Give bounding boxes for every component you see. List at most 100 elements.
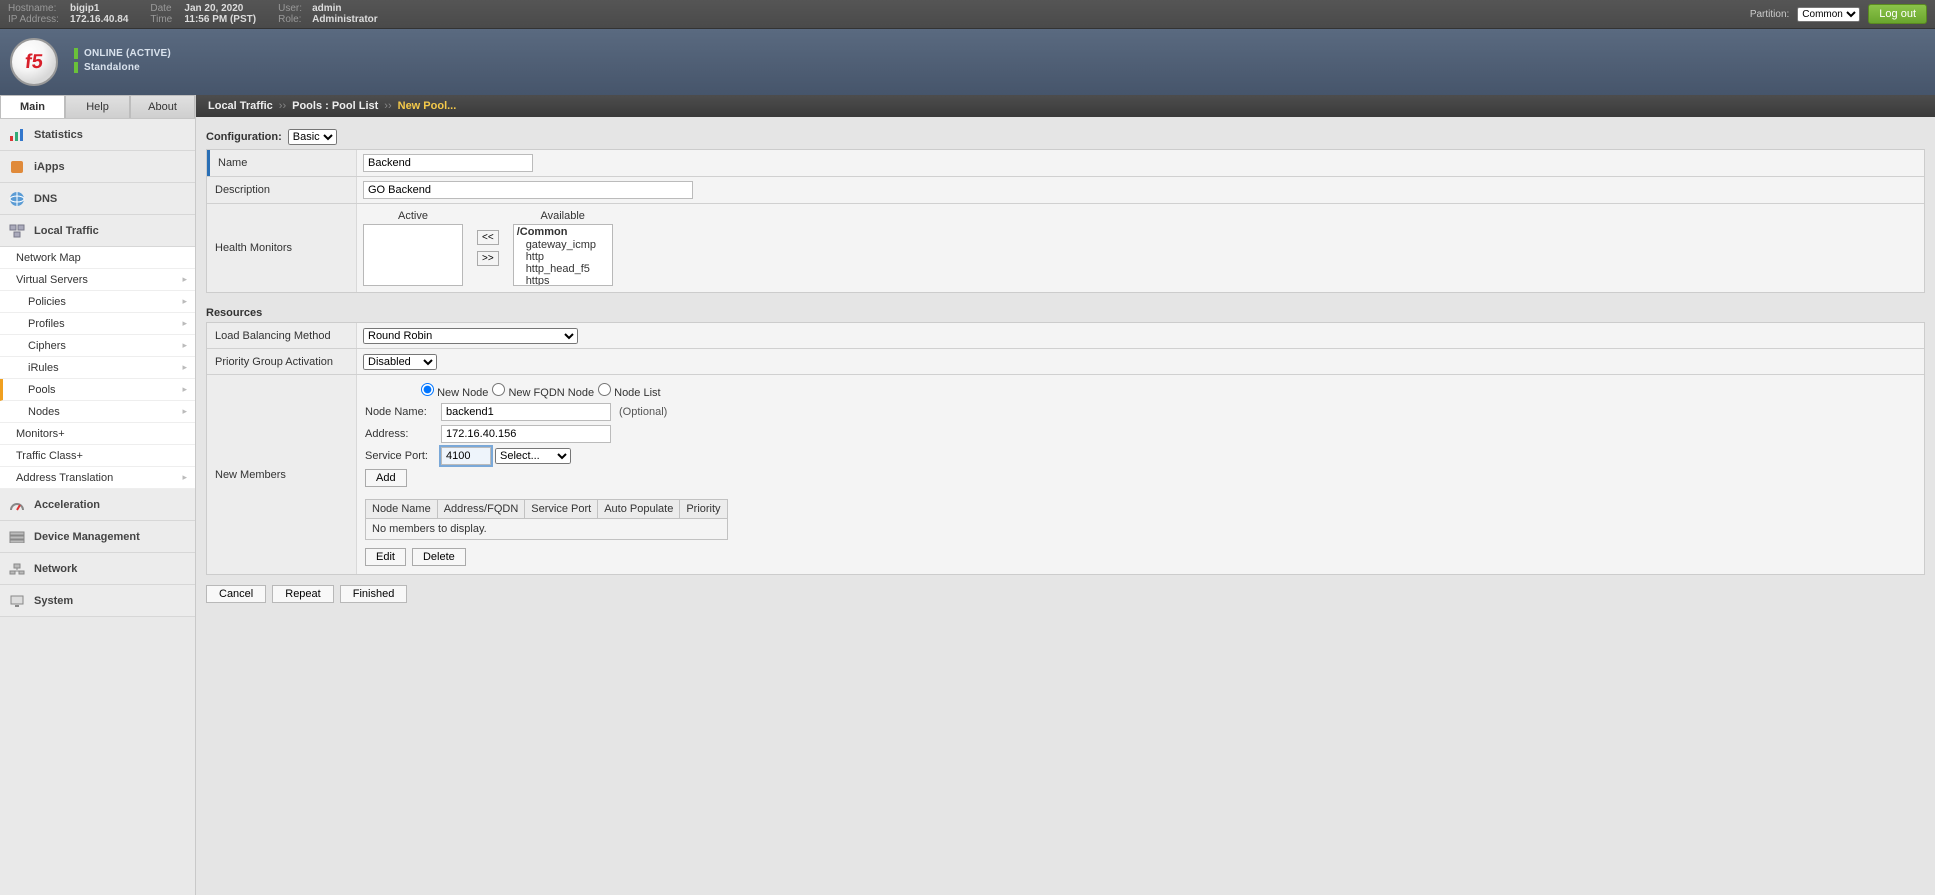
sidebar-item-label: DNS: [34, 193, 57, 205]
breadcrumb-sep-icon: ››: [384, 100, 391, 112]
partition-select[interactable]: Common: [1797, 7, 1860, 22]
breadcrumb: Local Traffic ›› Pools : Pool List ›› Ne…: [196, 95, 1935, 117]
ip-label: IP Address:: [8, 14, 70, 25]
lt-irules[interactable]: iRules▸: [0, 357, 195, 379]
tab-help[interactable]: Help: [65, 95, 130, 118]
available-monitors-list[interactable]: /Common gateway_icmp http http_head_f5 h…: [513, 224, 613, 286]
monitor-option[interactable]: https: [514, 275, 612, 286]
col-address[interactable]: Address/FQDN: [437, 500, 525, 519]
breadcrumb-b[interactable]: Pools : Pool List: [292, 100, 378, 112]
hostname-value: bigip1: [70, 3, 99, 14]
partition-label: Partition:: [1750, 9, 1789, 20]
lt-policies[interactable]: Policies▸: [0, 291, 195, 313]
name-input[interactable]: [363, 154, 533, 172]
status-standalone: Standalone: [84, 62, 140, 73]
time-label: Time: [150, 14, 184, 25]
radio-new-node[interactable]: New Node: [421, 383, 488, 399]
plus-icon[interactable]: +: [58, 428, 64, 440]
sub-label: Nodes: [28, 406, 60, 418]
optional-note: (Optional): [619, 406, 667, 418]
sub-label: Virtual Servers: [16, 274, 88, 286]
sidebar-item-acceleration[interactable]: Acceleration: [0, 489, 195, 521]
lt-profiles[interactable]: Profiles▸: [0, 313, 195, 335]
radio-new-node-input[interactable]: [421, 383, 434, 396]
breadcrumb-sep-icon: ››: [279, 100, 286, 112]
breadcrumb-a[interactable]: Local Traffic: [208, 100, 273, 112]
add-button[interactable]: Add: [365, 469, 407, 487]
plus-icon[interactable]: +: [77, 450, 83, 462]
logout-button[interactable]: Log out: [1868, 4, 1927, 24]
date-label: Date: [150, 3, 184, 14]
delete-button[interactable]: Delete: [412, 548, 466, 566]
col-priority[interactable]: Priority: [680, 500, 727, 519]
active-monitors-list[interactable]: [363, 224, 463, 286]
radio-fqdn-node[interactable]: New FQDN Node: [492, 383, 594, 399]
sub-label: Profiles: [28, 318, 65, 330]
lt-network-map[interactable]: Network Map: [0, 247, 195, 269]
sidebar-item-iapps[interactable]: iApps: [0, 151, 195, 183]
sidebar-item-network[interactable]: Network: [0, 553, 195, 585]
move-left-button[interactable]: <<: [477, 230, 499, 245]
repeat-button[interactable]: Repeat: [272, 585, 333, 603]
cancel-button[interactable]: Cancel: [206, 585, 266, 603]
ip-value: 172.16.40.84: [70, 14, 128, 25]
lt-ciphers[interactable]: Ciphers▸: [0, 335, 195, 357]
servers-icon: [8, 222, 26, 240]
puzzle-icon: [8, 158, 26, 176]
sidebar-item-system[interactable]: System: [0, 585, 195, 617]
radio-nodelist-input[interactable]: [598, 383, 611, 396]
sidebar-item-device-management[interactable]: Device Management: [0, 521, 195, 553]
col-auto-populate[interactable]: Auto Populate: [598, 500, 680, 519]
service-port-input[interactable]: [441, 447, 491, 465]
finished-button[interactable]: Finished: [340, 585, 408, 603]
globe-icon: [8, 190, 26, 208]
sidebar-item-statistics[interactable]: Statistics: [0, 119, 195, 151]
service-port-select[interactable]: Select...: [495, 448, 571, 464]
description-input[interactable]: [363, 181, 693, 199]
top-status-bar: Hostname:bigip1 IP Address:172.16.40.84 …: [0, 0, 1935, 29]
radio-fqdn-input[interactable]: [492, 383, 505, 396]
resources-title: Resources: [206, 307, 1925, 319]
lt-monitors[interactable]: Monitors+: [0, 423, 195, 445]
chevron-right-icon: ▸: [182, 296, 187, 307]
monitor-icon: [8, 592, 26, 610]
empty-members-msg: No members to display.: [366, 519, 728, 540]
node-name-input[interactable]: [441, 403, 611, 421]
pga-select[interactable]: Disabled: [363, 354, 437, 370]
stack-icon: [8, 528, 26, 546]
address-input[interactable]: [441, 425, 611, 443]
network-icon: [8, 560, 26, 578]
monitor-option[interactable]: gateway_icmp: [514, 239, 612, 251]
lt-nodes[interactable]: Nodes▸: [0, 401, 195, 423]
lb-method-select[interactable]: Round Robin: [363, 328, 578, 344]
sidebar: Main Help About Statistics iApps DNS Loc…: [0, 95, 196, 895]
monitor-option[interactable]: http_head_f5: [514, 263, 612, 275]
chevron-right-icon: ▸: [182, 274, 187, 285]
move-right-button[interactable]: >>: [477, 251, 499, 266]
lt-virtual-servers[interactable]: Virtual Servers ▸: [0, 269, 195, 291]
sidebar-item-local-traffic[interactable]: Local Traffic: [0, 215, 195, 247]
edit-button[interactable]: Edit: [365, 548, 406, 566]
sidebar-item-dns[interactable]: DNS: [0, 183, 195, 215]
new-members-label: New Members: [207, 375, 357, 574]
col-node-name[interactable]: Node Name: [366, 500, 438, 519]
configuration-select[interactable]: Basic: [288, 129, 337, 145]
time-value: 11:56 PM (PST): [184, 14, 256, 25]
name-label: Name: [207, 150, 357, 176]
date-value: Jan 20, 2020: [184, 3, 243, 14]
col-service-port[interactable]: Service Port: [525, 500, 598, 519]
sub-label: iRules: [28, 362, 59, 374]
members-table: Node Name Address/FQDN Service Port Auto…: [365, 499, 728, 540]
content-area: Local Traffic ›› Pools : Pool List ›› Ne…: [196, 95, 1935, 895]
tab-main[interactable]: Main: [0, 95, 65, 118]
chevron-right-icon: ▸: [182, 472, 187, 483]
user-label: User:: [278, 3, 312, 14]
tab-about[interactable]: About: [130, 95, 195, 118]
monitor-option[interactable]: http: [514, 251, 612, 263]
lt-traffic-class[interactable]: Traffic Class+: [0, 445, 195, 467]
status-indicator-icon: [74, 62, 78, 73]
lt-pools[interactable]: Pools▸: [0, 379, 195, 401]
lt-address-translation[interactable]: Address Translation▸: [0, 467, 195, 489]
radio-node-list[interactable]: Node List: [598, 383, 661, 399]
brand-logo-icon: f5: [10, 38, 58, 86]
